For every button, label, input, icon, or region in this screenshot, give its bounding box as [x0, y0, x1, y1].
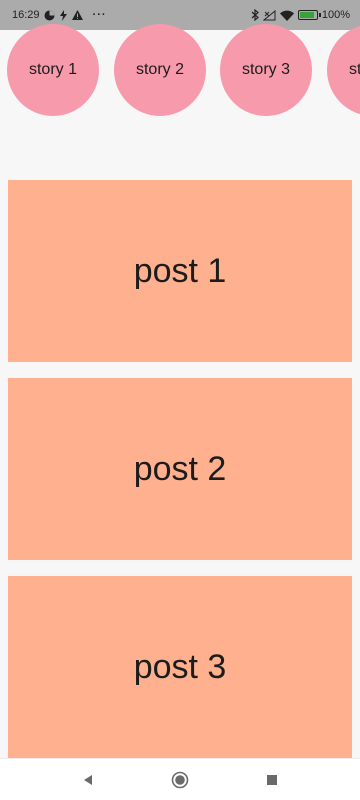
app-screen: 16:29 ··· 100% story 1 story 2 story 3 s… [0, 0, 360, 800]
story-item[interactable]: story 2 [114, 24, 206, 116]
status-bar-left: 16:29 ··· [12, 9, 107, 21]
story-item[interactable]: story 4 [327, 24, 360, 116]
stories-row[interactable]: story 1 story 2 story 3 story 4 [0, 24, 360, 116]
status-overflow: ··· [92, 9, 107, 21]
post-card[interactable]: post 3 [8, 576, 352, 758]
post-label: post 2 [133, 449, 227, 488]
system-nav-bar [0, 758, 360, 800]
story-label: story 3 [241, 61, 290, 78]
battery-icon [297, 9, 321, 21]
story-label: story 2 [135, 61, 184, 78]
recents-icon[interactable] [261, 769, 283, 791]
warning-icon [71, 9, 83, 21]
post-card[interactable]: post 1 [8, 180, 352, 362]
post-label: post 3 [133, 647, 227, 686]
wifi-icon [279, 9, 294, 21]
story-label: story 1 [28, 61, 77, 78]
home-icon[interactable] [169, 769, 191, 791]
signal-icon [262, 9, 276, 21]
bluetooth-icon [251, 9, 259, 21]
photo-notification-icon [44, 9, 55, 21]
flash-notification-icon [59, 9, 68, 21]
battery-percent: 100% [321, 9, 350, 21]
story-label: story 4 [348, 61, 360, 78]
back-icon[interactable] [77, 769, 99, 791]
post-label: post 1 [133, 251, 227, 290]
status-time: 16:29 [12, 9, 40, 21]
story-item[interactable]: story 1 [7, 24, 99, 116]
post-card[interactable]: post 2 [8, 378, 352, 560]
status-bar-right: 100% [251, 9, 350, 21]
story-item[interactable]: story 3 [220, 24, 312, 116]
